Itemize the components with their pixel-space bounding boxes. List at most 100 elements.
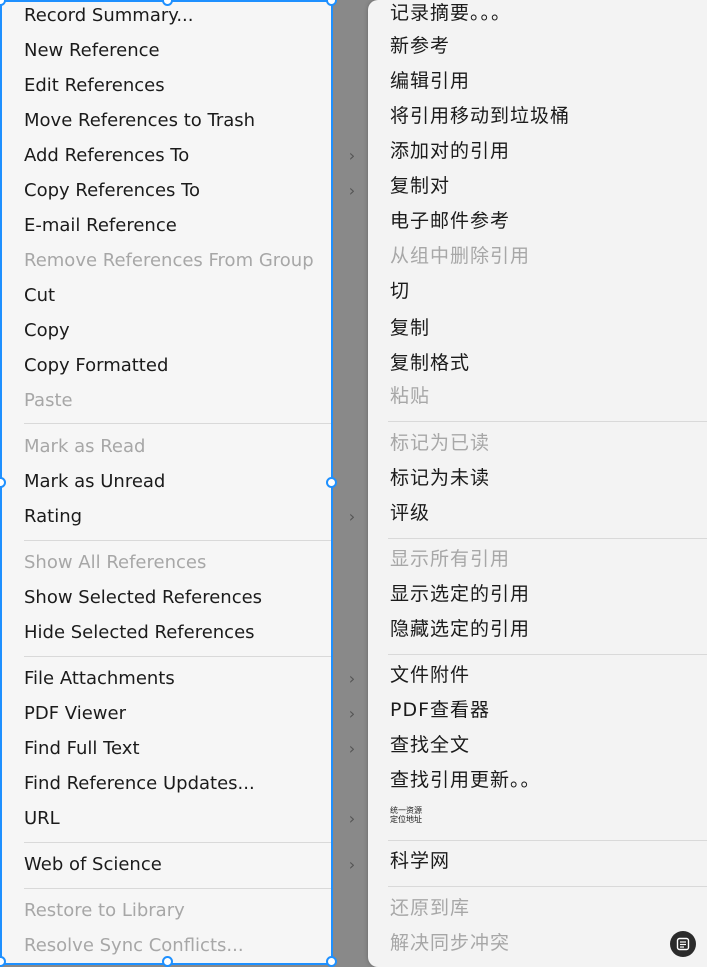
menu-item-label: Show Selected References xyxy=(24,587,263,608)
menu-item-copy-references-to[interactable]: Copy References To › xyxy=(2,173,355,208)
resize-handle[interactable] xyxy=(162,956,173,967)
menu-item-label: 统一资源定位地址 xyxy=(390,806,422,824)
menu-item-label: 查找全文 xyxy=(390,734,471,756)
menu-item-label: Move References to Trash xyxy=(24,110,256,131)
menu-item-label: 新参考 xyxy=(390,35,451,57)
menu-item-label: Restore to Library xyxy=(24,900,185,921)
menu-item-edit-references[interactable]: Edit References xyxy=(2,68,331,103)
chevron-right-icon: › xyxy=(348,146,356,165)
menu-item-zh[interactable]: 复制 xyxy=(368,311,707,346)
menu-item-zh[interactable]: 新参考 xyxy=(368,29,707,64)
menu-item-zh[interactable]: 记录摘要。。。 xyxy=(368,0,707,31)
menu-item-label: 粘贴 xyxy=(390,385,431,407)
menu-item-zh[interactable]: 显示选定的引用 xyxy=(368,577,707,612)
menu-item-label: 标记为未读 xyxy=(390,467,491,489)
context-menu-english: Record Summary... New Reference Edit Ref… xyxy=(0,0,355,965)
menu-item-zh[interactable]: 评级 xyxy=(368,496,707,531)
menu-item-label: 电子邮件参考 xyxy=(390,210,511,232)
menu-item-zh: 解决同步冲突 xyxy=(368,926,707,961)
menu-item-label: 标记为已读 xyxy=(390,432,491,454)
menu-item-zh: 标记为已读 xyxy=(368,426,707,461)
menu-item-label: Edit References xyxy=(24,75,165,96)
menu-item-label: Copy References To xyxy=(24,180,201,201)
menu-item-mark-as-read: Mark as Read xyxy=(2,429,331,464)
menu-item-zh[interactable]: 统一资源定位地址 xyxy=(368,798,707,833)
menu-item-label: 复制对 xyxy=(390,175,451,197)
menu-item-label: Resolve Sync Conflicts... xyxy=(24,935,244,956)
menu-item-zh[interactable]: PDF查看器 xyxy=(368,693,707,728)
menu-item-zh[interactable]: 复制格式 xyxy=(368,346,707,381)
menu-separator xyxy=(388,886,707,887)
menu-item-label: Remove References From Group xyxy=(24,250,314,271)
menu-item-zh[interactable]: 将引用移动到垃圾桶 xyxy=(368,99,707,134)
resize-handle[interactable] xyxy=(326,0,337,6)
menu-item-zh[interactable]: 编辑引用 xyxy=(368,64,707,99)
menu-item-restore-to-library: Restore to Library xyxy=(2,893,331,928)
menu-item-zh[interactable]: 查找引用更新。。 xyxy=(368,763,707,798)
menu-item-new-reference[interactable]: New Reference xyxy=(2,33,331,68)
menu-item-cut[interactable]: Cut xyxy=(2,278,331,313)
menu-item-label: 复制格式 xyxy=(390,352,471,374)
menu-item-label: 编辑引用 xyxy=(390,70,471,92)
menu-item-label: 复制 xyxy=(390,317,431,339)
menu-item-move-to-trash[interactable]: Move References to Trash xyxy=(2,103,331,138)
menu-item-zh[interactable]: 切 xyxy=(368,274,707,309)
menu-item-label: Cut xyxy=(24,285,56,306)
menu-item-zh[interactable]: 标记为未读 xyxy=(368,461,707,496)
menu-item-add-references-to[interactable]: Add References To › xyxy=(2,138,355,173)
menu-item-copy-formatted[interactable]: Copy Formatted xyxy=(2,348,331,383)
menu-item-zh[interactable]: 隐藏选定的引用 xyxy=(368,612,707,647)
menu-item-label: 文件附件 xyxy=(390,664,471,686)
menu-separator xyxy=(24,423,331,424)
menu-item-url[interactable]: URL › xyxy=(2,801,355,836)
note-icon[interactable] xyxy=(670,931,696,957)
menu-item-label: File Attachments xyxy=(24,668,175,689)
menu-item-email-reference[interactable]: E-mail Reference xyxy=(2,208,331,243)
chevron-right-icon: › xyxy=(348,809,356,828)
menu-item-label: Find Full Text xyxy=(24,738,140,759)
menu-item-label: 记录摘要。。。 xyxy=(390,2,512,24)
menu-item-rating[interactable]: Rating › xyxy=(2,499,355,534)
menu-item-zh: 还原到库 xyxy=(368,891,707,926)
menu-item-label: Add References To xyxy=(24,145,190,166)
menu-item-web-of-science[interactable]: Web of Science › xyxy=(2,847,355,882)
menu-item-label: Find Reference Updates... xyxy=(24,773,255,794)
menu-item-mark-as-unread[interactable]: Mark as Unread xyxy=(2,464,331,499)
menu-item-show-selected-references[interactable]: Show Selected References xyxy=(2,580,331,615)
menu-item-label: Hide Selected References xyxy=(24,622,255,643)
menu-item-copy[interactable]: Copy xyxy=(2,313,331,348)
menu-item-label: Mark as Read xyxy=(24,436,146,457)
menu-item-zh[interactable]: 文件附件 xyxy=(368,658,707,693)
menu-item-label: Copy Formatted xyxy=(24,355,169,376)
resize-handle[interactable] xyxy=(326,956,337,967)
menu-item-label: 显示选定的引用 xyxy=(390,583,531,605)
chevron-right-icon: › xyxy=(348,669,356,688)
menu-item-zh[interactable]: 复制对 xyxy=(368,169,707,204)
menu-item-zh[interactable]: 添加对的引用 xyxy=(368,134,707,169)
menu-item-zh[interactable]: 科学网 xyxy=(368,844,707,879)
menu-item-label: 评级 xyxy=(390,502,431,524)
menu-item-pdf-viewer[interactable]: PDF Viewer › xyxy=(2,696,355,731)
chevron-right-icon: › xyxy=(348,739,356,758)
chevron-right-icon: › xyxy=(348,507,356,526)
menu-item-zh[interactable]: 电子邮件参考 xyxy=(368,204,707,239)
menu-item-find-full-text[interactable]: Find Full Text › xyxy=(2,731,355,766)
menu-separator xyxy=(388,654,707,655)
menu-item-hide-selected-references[interactable]: Hide Selected References xyxy=(2,615,331,650)
menu-separator xyxy=(24,540,331,541)
menu-item-label: PDF查看器 xyxy=(390,699,491,721)
chevron-right-icon: › xyxy=(348,704,356,723)
chevron-right-icon: › xyxy=(348,181,356,200)
menu-item-label: New Reference xyxy=(24,40,160,61)
resize-handle[interactable] xyxy=(326,477,337,488)
resize-handle[interactable] xyxy=(0,956,6,967)
context-menu-chinese: 记录摘要。。。 新参考 编辑引用 将引用移动到垃圾桶 添加对的引用 复制对 电子… xyxy=(368,0,707,967)
menu-item-label: Paste xyxy=(24,390,73,411)
menu-item-find-reference-updates[interactable]: Find Reference Updates... xyxy=(2,766,331,801)
menu-separator xyxy=(24,842,331,843)
menu-item-file-attachments[interactable]: File Attachments › xyxy=(2,661,355,696)
menu-item-label: 解决同步冲突 xyxy=(390,932,511,954)
menu-item-remove-from-group: Remove References From Group xyxy=(2,243,331,278)
menu-item-label: 显示所有引用 xyxy=(390,548,511,570)
menu-item-zh[interactable]: 查找全文 xyxy=(368,728,707,763)
